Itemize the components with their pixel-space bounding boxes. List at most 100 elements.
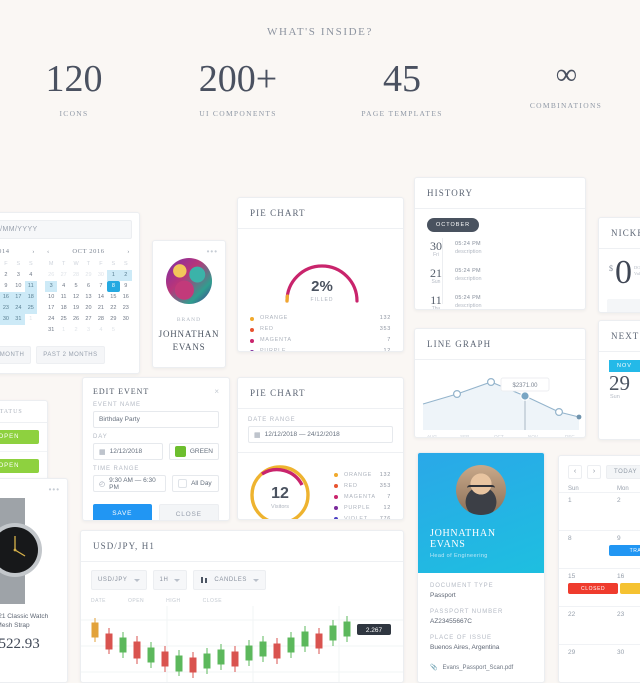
next-month-button[interactable]: › — [587, 465, 601, 479]
color-select[interactable]: GREEN — [168, 443, 219, 460]
brand-profile-card[interactable]: ••• BRAND JOHNATHAN EVANS — [152, 240, 226, 368]
day-cell[interactable]: 18 — [57, 303, 69, 314]
event-name-input[interactable]: Birthday Party — [93, 411, 219, 428]
day-number[interactable]: 22 — [568, 611, 617, 618]
day-cell[interactable]: 23 — [0, 303, 13, 314]
calendar-week-row[interactable]: 1 2 — [559, 492, 640, 530]
day-cell[interactable]: 5 — [70, 281, 82, 292]
day-cell[interactable]: 2 — [0, 270, 12, 281]
day-cell[interactable]: 2 — [70, 325, 82, 336]
day-cell[interactable]: 17 — [12, 292, 25, 303]
day-cell[interactable]: 4 — [25, 270, 37, 281]
day-cell-selected[interactable]: 8 — [107, 281, 120, 292]
day-cell[interactable]: 9 — [0, 281, 12, 292]
day-cell[interactable]: 23 — [120, 303, 132, 314]
day-cell[interactable]: 27 — [82, 314, 94, 325]
calendar-week-row[interactable]: 8 9 TRAN — [559, 530, 640, 568]
day-cell[interactable]: 3 — [12, 270, 24, 281]
day-cell[interactable]: 13 — [82, 292, 94, 303]
day-cell[interactable]: 28 — [95, 314, 107, 325]
preset-button-past-month[interactable]: PAST MONTH — [0, 346, 32, 364]
day-cell[interactable]: 31 — [45, 325, 57, 336]
day-cell[interactable]: 6 — [82, 281, 94, 292]
day-cell[interactable]: 30 — [120, 314, 132, 325]
day-cell[interactable]: 9 — [120, 281, 132, 292]
calendar-right[interactable]: ‹ OCT 2016 › M T W T F S S 26 27 28 29 3… — [45, 246, 132, 336]
day-cell[interactable]: 4 — [57, 281, 69, 292]
today-button[interactable]: TODAY — [606, 465, 640, 479]
day-cell[interactable]: 10 — [12, 281, 24, 292]
calendar-week-row[interactable]: 15 16 CLOSED — [559, 568, 640, 606]
day-cell[interactable]: 25 — [24, 303, 37, 314]
prev-month-button[interactable]: ‹ — [568, 465, 582, 479]
next-month-button[interactable]: › — [32, 248, 35, 255]
day-number[interactable]: 16 — [617, 573, 640, 580]
month-calendar-card[interactable]: ‹ › TODAY ⋯ Sun Mon 1 2 8 9 TRAN 15 16 — [558, 455, 640, 683]
day-cell[interactable]: 2 — [119, 270, 132, 281]
day-cell[interactable]: 26 — [45, 270, 57, 281]
more-options-icon[interactable]: ••• — [0, 479, 67, 494]
day-cell[interactable]: 12 — [70, 292, 82, 303]
pair-select[interactable]: USD/JPY — [91, 570, 147, 590]
day-cell[interactable]: 1 — [25, 314, 37, 325]
day-cell[interactable]: 17 — [45, 303, 57, 314]
chart-type-select[interactable]: CANDLES — [193, 570, 266, 590]
day-cell[interactable]: 16 — [0, 292, 13, 303]
calendar-right-grid[interactable]: M T W T F S S 26 27 28 29 30 1 2 3 4 5 6… — [45, 259, 132, 336]
product-card-watch[interactable]: ••• 0021 Classic Watch h Mesh Strap $522… — [0, 478, 68, 683]
calendar-event[interactable] — [620, 583, 640, 594]
day-cell[interactable]: 24 — [45, 314, 57, 325]
calendar-left-grid[interactable]: M T W T F S S 29 30 31 1 2 3 4 5 6 7 — [0, 259, 37, 336]
attachment-link[interactable]: 📎 Evans_Passport_Scan.pdf — [418, 664, 544, 672]
day-cell[interactable]: 30 — [0, 314, 13, 325]
more-options-icon[interactable]: ••• — [153, 241, 225, 256]
all-day-checkbox[interactable]: All Day — [172, 475, 219, 492]
calendar-event[interactable]: TRAN — [609, 545, 640, 556]
day-cell[interactable]: 3 — [45, 281, 58, 292]
day-number[interactable]: 9 — [617, 535, 640, 542]
day-number[interactable]: 1 — [568, 497, 617, 504]
day-cell[interactable]: 11 — [24, 281, 37, 292]
day-cell[interactable]: 15 — [107, 292, 119, 303]
day-cell[interactable]: 24 — [12, 303, 25, 314]
prev-month-button[interactable]: ‹ — [47, 248, 50, 255]
day-number[interactable]: 15 — [568, 573, 617, 580]
interval-select[interactable]: 1H — [152, 570, 188, 590]
day-cell[interactable]: 18 — [24, 292, 37, 303]
day-number[interactable]: 29 — [568, 649, 617, 656]
date-range-input[interactable]: YYYY — DD/MM/YYYY — [0, 220, 132, 239]
list-item[interactable]: 21 Sun 05:24 PM description — [427, 267, 573, 285]
day-number[interactable]: 2 — [617, 497, 640, 504]
calendar-week-row[interactable]: 22 23 — [559, 606, 640, 644]
date-range-input[interactable]: ▦ 12/12/2018 — 24/12/2018 — [248, 426, 393, 443]
day-cell[interactable]: 27 — [57, 270, 69, 281]
list-item[interactable]: 11 Thu 05:24 PM description — [427, 294, 573, 309]
day-cell[interactable]: 21 — [95, 303, 107, 314]
calendar-week-row[interactable]: 29 30 — [559, 644, 640, 682]
day-cell[interactable]: 1 — [57, 325, 69, 336]
time-range-input[interactable]: ◴ 9:30 AM — 6:30 PM — [93, 475, 167, 492]
day-cell[interactable]: 29 — [82, 270, 94, 281]
day-number[interactable]: 8 — [568, 535, 617, 542]
day-cell[interactable]: 26 — [70, 314, 82, 325]
day-cell[interactable]: 14 — [95, 292, 107, 303]
save-button[interactable]: SAVE — [93, 504, 152, 520]
day-cell[interactable]: 31 — [12, 314, 25, 325]
day-cell[interactable]: 19 — [70, 303, 82, 314]
date-range-picker-card[interactable]: YYYY — DD/MM/YYYY ‹ OCT 2014 › M T W T F… — [0, 212, 140, 374]
day-cell[interactable]: 4 — [95, 325, 107, 336]
day-input[interactable]: ▦ 12/12/2018 — [93, 443, 163, 460]
day-cell[interactable]: 3 — [82, 325, 94, 336]
list-item[interactable]: 30 Fri 05:24 PM description — [427, 240, 573, 258]
day-number[interactable]: 30 — [617, 649, 640, 656]
day-cell[interactable]: 1 — [107, 270, 120, 281]
candlestick-svg[interactable]: 2.267 — [81, 606, 404, 683]
day-cell[interactable]: 20 — [82, 303, 94, 314]
day-cell[interactable]: 25 — [57, 314, 69, 325]
day-cell[interactable]: 7 — [95, 281, 107, 292]
edit-event-modal[interactable]: EDIT EVENT × EVENT NAME Birthday Party D… — [82, 377, 230, 521]
day-cell[interactable]: 28 — [70, 270, 82, 281]
day-cell[interactable]: 16 — [120, 292, 132, 303]
line-chart-svg[interactable]: $2371.00 AUG SEP OCT NOV DEC — [415, 360, 586, 438]
day-cell[interactable]: 30 — [95, 270, 107, 281]
